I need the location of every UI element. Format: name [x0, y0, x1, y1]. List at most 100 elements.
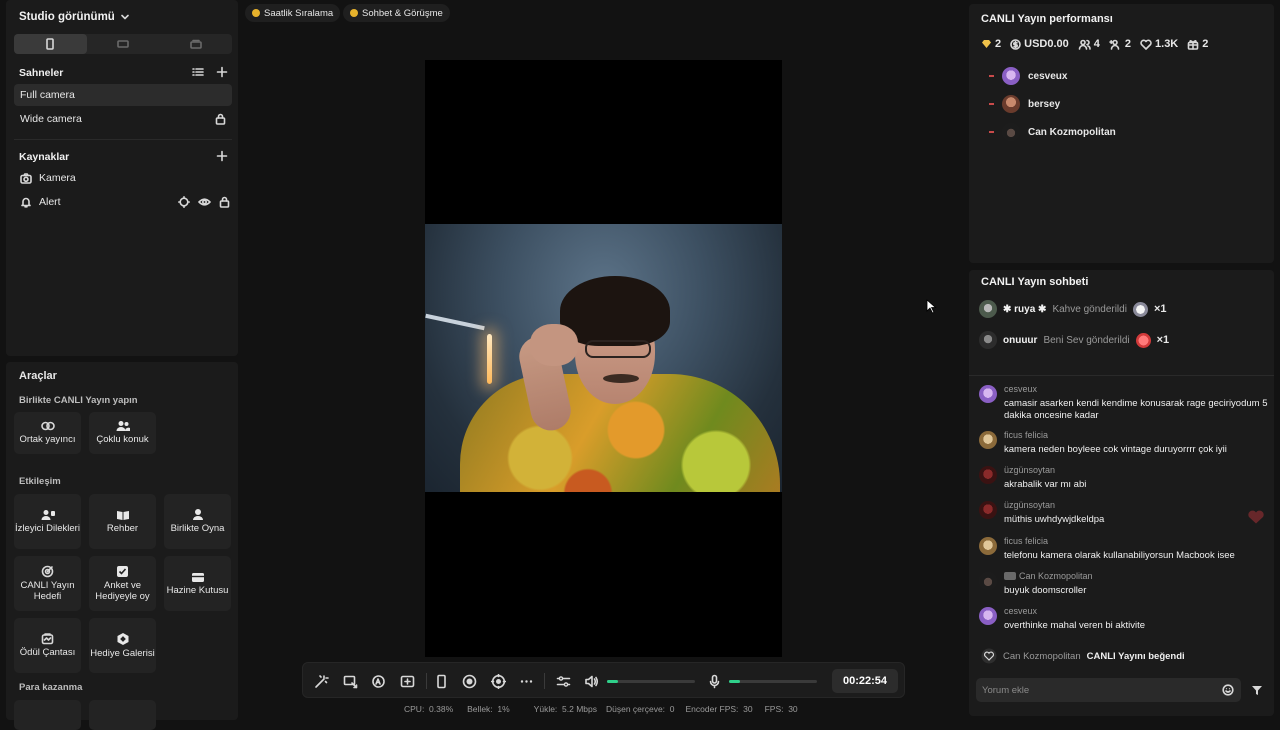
lock-icon[interactable]: [215, 113, 226, 125]
co-host-tile[interactable]: Ortak yayıncı: [14, 412, 81, 454]
studio-title: Studio görünümü: [19, 11, 115, 23]
filter-icon[interactable]: [1251, 685, 1263, 696]
live-goal-tile[interactable]: CANLI Yayın Hedefi: [14, 556, 81, 611]
scene-item-full-camera[interactable]: Full camera: [14, 84, 232, 106]
viewer-requests-icon: [41, 509, 55, 520]
stream-timer: 00:22:54: [832, 669, 898, 693]
earnings-stat[interactable]: USD0.00: [1010, 38, 1069, 50]
camera-feed: [425, 224, 782, 492]
poll-check-icon: [117, 566, 128, 578]
tile-label: Rehber: [106, 522, 139, 534]
studio-view-dropdown[interactable]: Studio görünümü: [19, 11, 130, 23]
sliders-icon: [556, 675, 570, 687]
book-icon: [116, 510, 129, 520]
stat-value: 4: [1093, 38, 1100, 50]
multi-guest-tile[interactable]: Çoklu konuk: [89, 412, 156, 454]
stream-preview[interactable]: [425, 60, 782, 657]
crosshair-icon[interactable]: [178, 196, 190, 208]
new-followers-stat[interactable]: 2: [1109, 38, 1131, 50]
landscape-view-button[interactable]: [87, 34, 160, 54]
memory-stat: Bellek: 1%: [467, 704, 510, 714]
portrait-view-button[interactable]: [14, 34, 87, 54]
volume-button[interactable]: [582, 672, 600, 690]
treasure-chest-icon: [191, 572, 204, 582]
gift-count: ×1: [1153, 303, 1167, 315]
monetization-tile[interactable]: [89, 700, 156, 730]
top-viewer-item[interactable]: bersey: [989, 95, 1060, 113]
adjust-settings-button[interactable]: [554, 672, 572, 690]
gift-sender: onuuur: [1003, 334, 1038, 346]
list-icon[interactable]: [192, 66, 204, 78]
treasure-box-tile[interactable]: Hazine Kutusu: [164, 556, 231, 611]
chat-text: kamera neden boyleee cok vintage duruyor…: [1004, 444, 1227, 455]
emoji-icon[interactable]: [1222, 684, 1234, 696]
avatar: [979, 385, 997, 403]
screen-share-button[interactable]: [341, 672, 359, 690]
poll-tile[interactable]: Anket ve Hediyeyle oy: [89, 556, 156, 611]
scene-label: Wide camera: [20, 113, 82, 125]
live-performance-panel: CANLI Yayın performansı 2 USD0.00 4 2 1.…: [969, 4, 1274, 263]
viewers-stat[interactable]: 4: [1078, 38, 1100, 50]
layers-icon: [189, 39, 202, 49]
record-button[interactable]: [460, 672, 478, 690]
record-icon: [462, 674, 476, 688]
chat-username: ficus felicia: [1004, 536, 1049, 546]
source-item-kamera[interactable]: Kamera: [20, 172, 232, 184]
comment-input[interactable]: Yorum ekle: [976, 678, 1241, 702]
play-together-tile[interactable]: Birlikte Oyna: [164, 494, 231, 549]
scene-label: Full camera: [20, 89, 75, 101]
more-options-button[interactable]: [517, 672, 535, 690]
tools-group-heading: Para kazanma: [19, 682, 83, 693]
guide-tile[interactable]: Rehber: [89, 494, 156, 549]
add-source-icon[interactable]: [216, 150, 228, 162]
gift-action: Kahve gönderildi: [1052, 303, 1127, 315]
tools-panel: Araçlar Birlikte CANLI Yayın yapın Ortak…: [6, 362, 238, 730]
avatar: [979, 466, 997, 484]
volume-fill: [607, 680, 618, 683]
reward-bag-tile[interactable]: Ödül Çantası: [14, 618, 81, 673]
top-viewer-item[interactable]: Can Kozmopolitan: [989, 123, 1116, 141]
landscape-icon: [117, 40, 129, 48]
upload-stat: Yükle: 5.2 Mbps: [533, 704, 597, 714]
tag-label: Saatlik Sıralama: [264, 7, 334, 19]
tile-label: Çoklu konuk: [96, 434, 149, 446]
dual-view-button[interactable]: [159, 34, 232, 54]
like-text: CANLI Yayını beğendi: [1086, 650, 1185, 662]
gifters-stat[interactable]: 2: [1187, 38, 1208, 50]
lock-icon[interactable]: [219, 196, 230, 208]
tile-label: İzleyici Dilekleri: [15, 522, 80, 534]
gift-gallery-tile[interactable]: Hediye Galerisi: [89, 618, 156, 673]
portrait-mode-button[interactable]: [432, 672, 450, 690]
gift-sender: ✱ ruya ✱: [1003, 303, 1047, 315]
mic-slider[interactable]: [729, 680, 817, 683]
hourly-ranking-tag[interactable]: Saatlik Sıralama: [245, 4, 341, 22]
add-scene-icon[interactable]: [216, 66, 228, 78]
top-viewer-item[interactable]: cesveux: [989, 67, 1067, 85]
eye-icon[interactable]: [198, 196, 211, 208]
chat-title: CANLI Yayın sohbeti: [981, 276, 1089, 288]
tools-group-heading: Birlikte CANLI Yayın yapın: [19, 395, 138, 406]
magic-effects-button[interactable]: [312, 672, 330, 690]
coin-icon: [252, 9, 260, 17]
scene-item-wide-camera[interactable]: Wide camera: [14, 108, 232, 130]
viewer-name: cesveux: [1028, 70, 1068, 82]
performance-stats: 2 USD0.00 4 2 1.3K 2: [981, 38, 1208, 50]
ai-button[interactable]: [369, 672, 387, 690]
users-icon: [1078, 39, 1091, 50]
viewer-requests-tile[interactable]: İzleyici Dilekleri: [14, 494, 81, 549]
chat-username: üzgünsoytan: [1004, 465, 1056, 475]
chat-text: müthis uwhdywjdkeldpa: [1004, 514, 1105, 525]
volume-slider[interactable]: [607, 680, 695, 683]
stat-value: 2: [995, 38, 1002, 50]
source-item-alert[interactable]: Alert: [20, 196, 232, 208]
source-label: Alert: [39, 196, 61, 208]
likes-stat[interactable]: 1.3K: [1140, 38, 1178, 50]
replay-button[interactable]: [489, 672, 507, 690]
background-lamp: [487, 334, 492, 384]
microphone-button[interactable]: [705, 672, 723, 690]
add-overlay-button[interactable]: [398, 672, 416, 690]
chat-meet-tag[interactable]: Sohbet & Görüşme: [343, 4, 450, 22]
phone-portrait-icon: [46, 38, 55, 50]
diamonds-stat[interactable]: 2: [981, 38, 1001, 50]
monetization-tile[interactable]: [14, 700, 81, 730]
